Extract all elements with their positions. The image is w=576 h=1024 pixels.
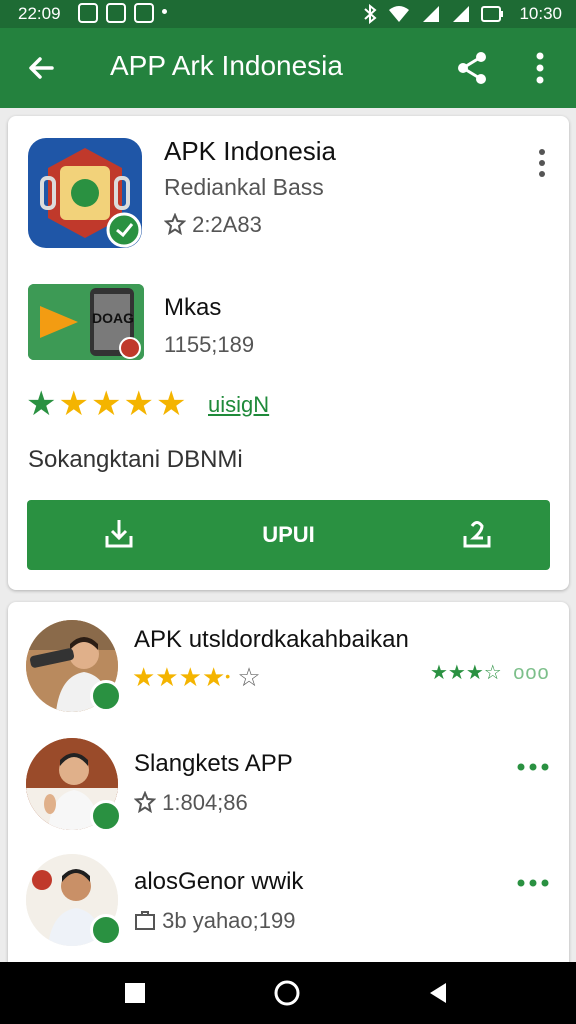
app-bar: APP Ark Indonesia [0, 28, 576, 108]
list-item-rating: ★★★★• ☆ [132, 662, 261, 692]
rating-link[interactable]: uisigN [208, 392, 269, 418]
status-right-icons: 10:30 [363, 4, 562, 24]
list-item-name: APK utsldordkakahbaikan [134, 626, 409, 653]
star-icon: ★ [123, 385, 154, 423]
share-upload-icon [463, 521, 491, 548]
app-icon[interactable] [28, 138, 142, 248]
app-description: Sokangktani DBNMi [28, 446, 243, 473]
list-item-name: alosGenor wwik [134, 868, 304, 895]
app-meta-text: 2:2A83 [192, 212, 262, 237]
share-icon[interactable] [452, 48, 492, 88]
briefcase-icon [135, 911, 155, 930]
star-icon: ★ [26, 385, 57, 423]
page-title: APP Ark Indonesia [110, 50, 343, 81]
list-item-meta-text: 3b yahao;199 [162, 908, 296, 933]
verified-badge-icon [90, 914, 122, 946]
signal-icon [423, 6, 440, 22]
notification-icon [78, 3, 98, 23]
message-icon [134, 3, 154, 23]
list-item-meta-text: 1:804;86 [162, 790, 248, 815]
status-time: 22:09 [18, 4, 61, 23]
star-outline-icon: ☆ [237, 662, 261, 692]
bluetooth-icon [364, 4, 377, 24]
list-item-name: Slangkets APP [134, 750, 293, 777]
more-vert-icon[interactable] [528, 146, 556, 180]
second-app-meta: 1155;189 [164, 332, 255, 357]
star-icon: ★ [90, 385, 122, 423]
list-item-meta: 3b yahao;199 [134, 908, 295, 934]
half-star-icon: ★ [201, 662, 226, 692]
list-item[interactable]: alosGenor wwik 3b yahao;199 [8, 852, 569, 970]
more-horiz-icon[interactable] [516, 876, 550, 890]
app-developer[interactable]: Rediankal Bass [164, 174, 324, 201]
status-clock: 10:30 [519, 4, 562, 23]
status-bar: 22:09 10:30 [0, 0, 576, 28]
list-item-right-rating: ★★★☆ ooo [430, 660, 550, 685]
list-item[interactable]: APK utsldordkakahbaikan ★★★★• ☆ ★★★☆ ooo [8, 614, 569, 732]
more-vert-icon[interactable] [522, 48, 558, 88]
recents-icon[interactable] [120, 978, 150, 1008]
verified-badge-icon [90, 800, 122, 832]
app-name: APK Indonesia [164, 136, 337, 166]
rating-stars: ★ ★ ★ ★ ★ [26, 386, 186, 422]
app-meta: 2:2A83 [163, 212, 262, 238]
lock-icon [106, 3, 126, 23]
app-details-card: APK Indonesia Rediankal Bass 2:2A83 DOAG… [8, 116, 569, 590]
second-app-icon-text: DOAG [92, 310, 134, 326]
second-app-name: Mkas [164, 294, 222, 321]
badge-star-icon [163, 212, 187, 236]
status-left-icons [78, 3, 167, 23]
dot-icon [162, 9, 167, 14]
star-icon: ★★★ [430, 662, 484, 684]
wifi-icon [389, 6, 410, 22]
battery-icon [481, 6, 504, 22]
star-icon: ★★★ [132, 662, 202, 692]
star-icon: ★ [58, 385, 89, 423]
back-icon[interactable] [424, 978, 454, 1008]
star-icon: ★ [155, 385, 187, 423]
star-outline-icon [133, 790, 157, 814]
list-item[interactable]: Slangkets APP 1:804;86 [8, 734, 569, 852]
signal-icon [453, 6, 470, 22]
home-icon[interactable] [272, 978, 302, 1008]
install-button[interactable]: UPUI [27, 500, 550, 570]
list-item-meta: 1:804;86 [133, 790, 248, 816]
verified-badge-icon [90, 680, 122, 712]
related-apps-card: APK utsldordkakahbaikan ★★★★• ☆ ★★★☆ ooo… [8, 602, 569, 974]
more-horiz-icon[interactable] [516, 760, 550, 774]
list-item-right-text: ooo [513, 662, 550, 684]
star-outline-icon: ☆ [483, 662, 502, 684]
second-app-icon[interactable]: DOAG [28, 284, 144, 360]
back-arrow-icon[interactable] [22, 48, 62, 88]
system-nav-bar [0, 962, 576, 1024]
